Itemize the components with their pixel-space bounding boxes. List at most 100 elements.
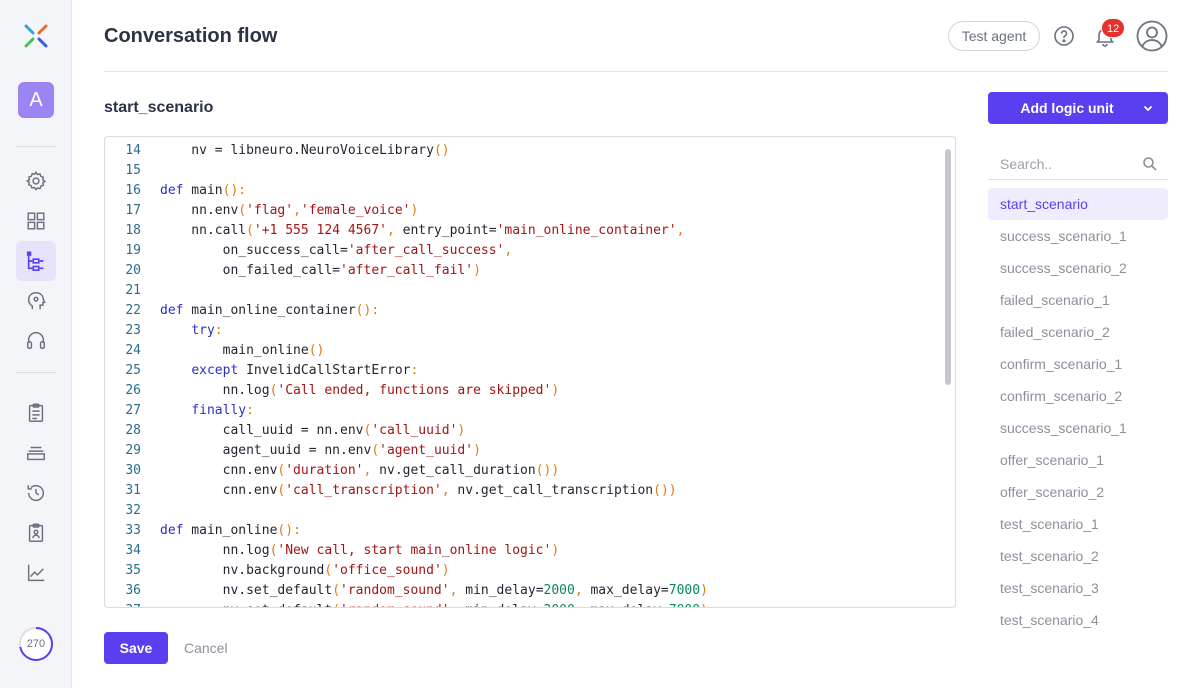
code-line[interactable]: 28 call_uuid = nn.env('call_uuid') xyxy=(105,421,945,441)
code-line[interactable]: 20 on_failed_call='after_call_fail') xyxy=(105,261,945,281)
code-text[interactable]: nv.set_default('random_sound', min_delay… xyxy=(141,581,708,601)
sidebar-item-conversation-flow[interactable] xyxy=(16,241,56,281)
code-text[interactable]: on_failed_call='after_call_fail') xyxy=(141,261,481,281)
scenario-list-item[interactable]: failed_scenario_2 xyxy=(988,316,1168,348)
sidebar-item-analytics[interactable] xyxy=(16,553,56,593)
code-text[interactable]: nv.background('office_sound') xyxy=(141,561,450,581)
code-text[interactable]: def main(): xyxy=(141,181,246,201)
scenario-search xyxy=(988,148,1168,180)
code-line[interactable]: 21 xyxy=(105,281,945,301)
scenario-list-item[interactable]: success_scenario_1 xyxy=(988,412,1168,444)
code-line[interactable]: 16 def main(): xyxy=(105,181,945,201)
code-line[interactable]: 30 cnn.env('duration', nv.get_call_durat… xyxy=(105,461,945,481)
cancel-button[interactable]: Cancel xyxy=(184,632,228,664)
sidebar-item-settings[interactable] xyxy=(16,161,56,201)
sidebar-item-support[interactable] xyxy=(16,320,56,360)
code-text[interactable]: except InvelidCallStartError: xyxy=(141,361,418,381)
code-text[interactable]: call_uuid = nn.env('call_uuid') xyxy=(141,421,466,441)
code-text[interactable]: main_online() xyxy=(141,341,325,361)
code-line[interactable]: 24 main_online() xyxy=(105,341,945,361)
sidebar-item-tasks[interactable] xyxy=(16,393,56,433)
add-logic-unit-button[interactable]: Add logic unit xyxy=(988,92,1168,124)
scenario-list-item[interactable]: confirm_scenario_2 xyxy=(988,380,1168,412)
code-line[interactable]: 26 nn.log('Call ended, functions are ski… xyxy=(105,381,945,401)
code-text[interactable]: agent_uuid = nn.env('agent_uuid') xyxy=(141,441,481,461)
scenario-list-item[interactable]: test_scenario_4 xyxy=(988,604,1168,636)
code-line[interactable]: 27 finally: xyxy=(105,401,945,421)
code-text[interactable]: def main_online(): xyxy=(141,521,301,541)
code-line[interactable]: 19 on_success_call='after_call_success', xyxy=(105,241,945,261)
code-text[interactable] xyxy=(141,161,160,181)
search-icon[interactable] xyxy=(1142,156,1158,172)
sidebar-item-contacts[interactable] xyxy=(16,513,56,553)
code-text[interactable]: finally: xyxy=(141,401,254,421)
line-number: 27 xyxy=(125,403,141,418)
code-line[interactable]: 32 xyxy=(105,501,945,521)
code-text[interactable]: nn.log('New call, start main_online logi… xyxy=(141,541,560,561)
scenario-list-item[interactable]: test_scenario_3 xyxy=(988,572,1168,604)
sidebar-item-history[interactable] xyxy=(16,473,56,513)
code-text[interactable]: on_success_call='after_call_success', xyxy=(141,241,513,261)
code-text[interactable]: try: xyxy=(141,321,222,341)
code-text[interactable]: nn.env('flag','female_voice') xyxy=(141,201,418,221)
user-avatar-icon[interactable] xyxy=(1136,20,1168,52)
code-text[interactable]: cnn.env('call_transcription', nv.get_cal… xyxy=(141,481,677,501)
brain-head-icon xyxy=(27,292,46,310)
headset-icon xyxy=(27,332,45,349)
line-number: 22 xyxy=(125,303,141,318)
scenario-list-item[interactable]: success_scenario_2 xyxy=(988,252,1168,284)
code-line[interactable]: 22 def main_online_container(): xyxy=(105,301,945,321)
code-text[interactable]: nv.set_default('random_sound', min_delay… xyxy=(141,601,708,607)
code-line[interactable]: 33 def main_online(): xyxy=(105,521,945,541)
code-line[interactable]: 23 try: xyxy=(105,321,945,341)
add-logic-unit-label: Add logic unit xyxy=(1020,100,1114,116)
line-number: 34 xyxy=(125,543,141,558)
code-line[interactable]: 17 nn.env('flag','female_voice') xyxy=(105,201,945,221)
code-text[interactable]: cnn.env('duration', nv.get_call_duration… xyxy=(141,461,560,481)
code-text[interactable] xyxy=(141,281,160,301)
scenario-list-item[interactable]: offer_scenario_2 xyxy=(988,476,1168,508)
line-number: 28 xyxy=(125,423,141,438)
code-text[interactable]: nn.call('+1 555 124 4567', entry_point='… xyxy=(141,221,684,241)
code-line[interactable]: 35 nv.background('office_sound') xyxy=(105,561,945,581)
scenario-list-item[interactable]: confirm_scenario_1 xyxy=(988,348,1168,380)
code-text[interactable]: nn.log('Call ended, functions are skippe… xyxy=(141,381,560,401)
usage-counter[interactable]: 270 xyxy=(18,626,54,662)
code-line[interactable]: 31 cnn.env('call_transcription', nv.get_… xyxy=(105,481,945,501)
code-text[interactable]: nv = libneuro.NeuroVoiceLibrary() xyxy=(141,141,449,161)
scenario-list-item[interactable]: failed_scenario_1 xyxy=(988,284,1168,316)
sidebar-item-dashboard[interactable] xyxy=(16,201,56,241)
scenario-list-item[interactable]: test_scenario_2 xyxy=(988,540,1168,572)
chevron-down-icon[interactable] xyxy=(1142,102,1154,114)
code-editor[interactable]: 14 nv = libneuro.NeuroVoiceLibrary() 15 16… xyxy=(104,136,956,608)
app-logo-icon[interactable] xyxy=(24,24,48,48)
code-text[interactable] xyxy=(141,501,160,521)
scenario-list-item[interactable]: offer_scenario_1 xyxy=(988,444,1168,476)
workspace-avatar[interactable]: A xyxy=(18,82,54,118)
code-line[interactable]: 29 agent_uuid = nn.env('agent_uuid') xyxy=(105,441,945,461)
code-text[interactable]: def main_online_container(): xyxy=(141,301,379,321)
code-line[interactable]: 25 except InvelidCallStartError: xyxy=(105,361,945,381)
sidebar-item-intelligence[interactable] xyxy=(16,281,56,321)
app-root: A 270 Conversation flow Test agent 12 st… xyxy=(0,0,1200,688)
sidebar-divider xyxy=(16,372,56,373)
code-line[interactable]: 14 nv = libneuro.NeuroVoiceLibrary() xyxy=(105,141,945,161)
line-number: 31 xyxy=(125,483,141,498)
code-line[interactable]: 34 nn.log('New call, start main_online l… xyxy=(105,541,945,561)
scenario-title: start_scenario xyxy=(104,99,214,116)
scenario-list-item[interactable]: success_scenario_1 xyxy=(988,220,1168,252)
code-line[interactable]: 18 nn.call('+1 555 124 4567', entry_poin… xyxy=(105,221,945,241)
scenario-list-item[interactable]: test_scenario_1 xyxy=(988,508,1168,540)
test-agent-button[interactable]: Test agent xyxy=(948,21,1040,51)
code-line[interactable]: 37 nv.set_default('random_sound', min_de… xyxy=(105,601,945,607)
editor-scrollbar[interactable] xyxy=(945,149,951,385)
sidebar-divider xyxy=(16,146,56,147)
save-button[interactable]: Save xyxy=(104,632,168,664)
scenario-list-item[interactable]: start_scenario xyxy=(988,188,1168,220)
code-line[interactable]: 15 xyxy=(105,161,945,181)
help-icon[interactable] xyxy=(1052,24,1076,48)
search-input[interactable] xyxy=(1000,154,1140,174)
sidebar-item-queues[interactable] xyxy=(16,433,56,473)
code-lines[interactable]: 14 nv = libneuro.NeuroVoiceLibrary() 15 16… xyxy=(105,141,945,607)
code-line[interactable]: 36 nv.set_default('random_sound', min_de… xyxy=(105,581,945,601)
